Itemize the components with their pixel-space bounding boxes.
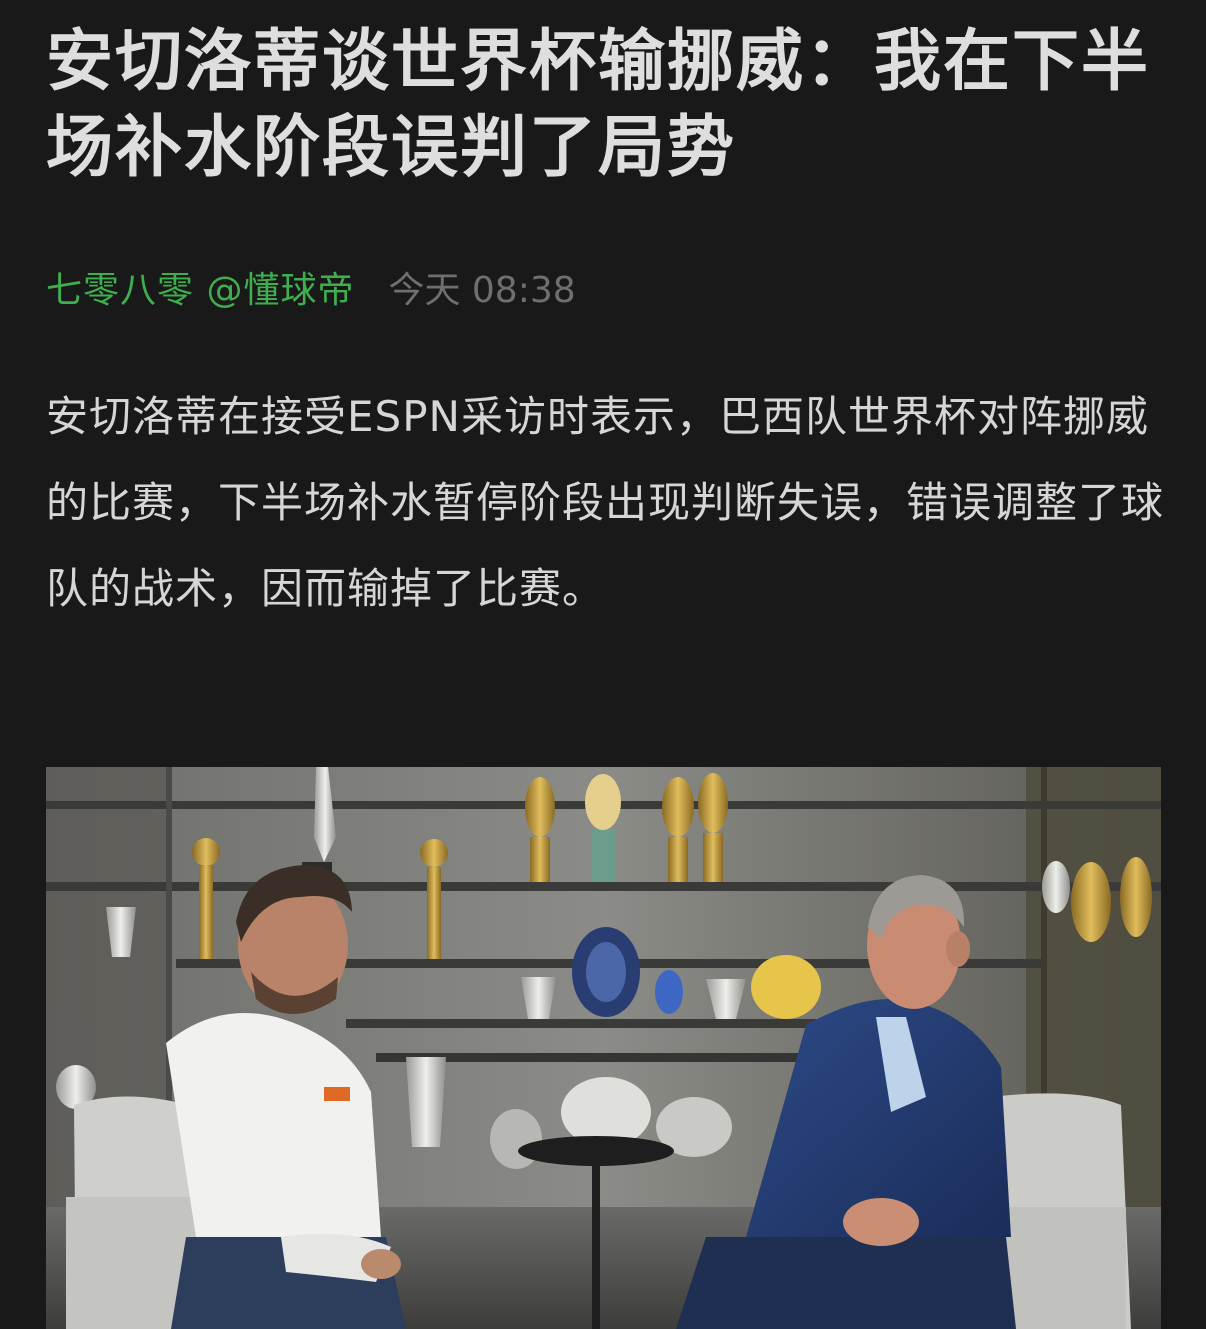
article-photo[interactable] <box>46 767 1161 1329</box>
article-title: 安切洛蒂谈世界杯输挪威：我在下半场补水阶段误判了局势 <box>46 22 1150 186</box>
article-meta: 七零八零 @懂球帝 今天 08:38 <box>46 262 576 312</box>
author-link[interactable]: 七零八零 @懂球帝 <box>46 261 354 313</box>
article-page: 安切洛蒂谈世界杯输挪威：我在下半场补水阶段误判了局势 七零八零 @懂球帝 今天 … <box>0 0 1206 1329</box>
interview-photo-illustration <box>46 767 1161 1329</box>
publish-time: 今天 08:38 <box>388 270 576 311</box>
article-paragraph: 安切洛蒂在接受ESPN采访时表示，巴西队世界杯对阵挪威的比赛，下半场补水暂停阶段… <box>46 392 1165 613</box>
